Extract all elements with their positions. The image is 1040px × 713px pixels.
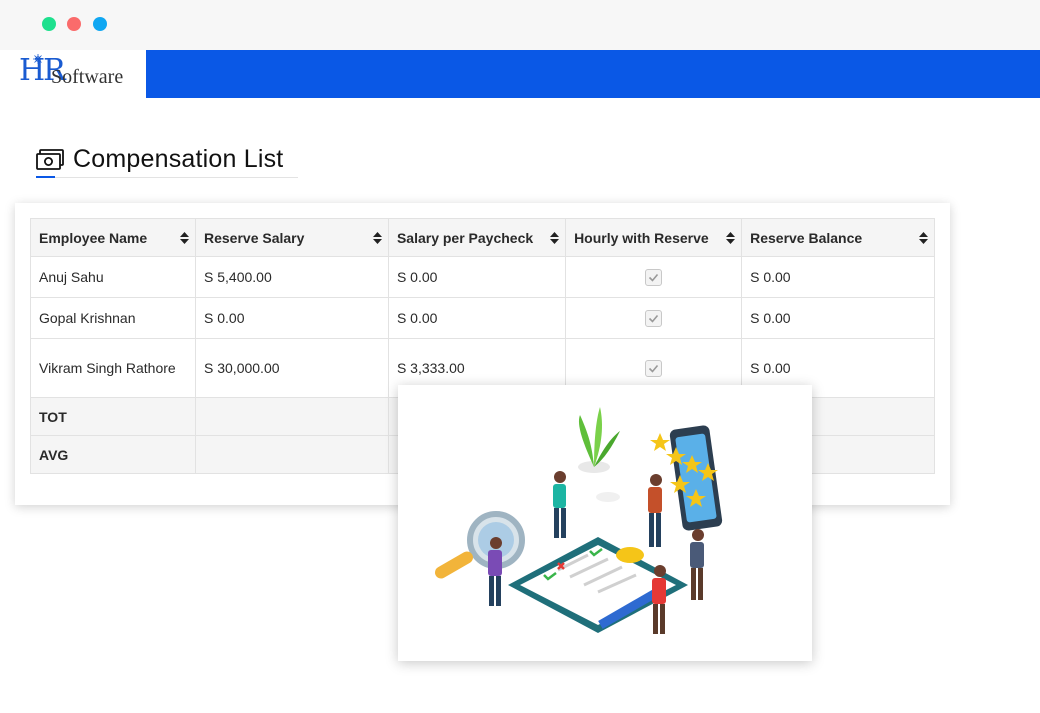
logo-text: Software [51, 66, 124, 88]
hourly-reserve-checkbox[interactable] [645, 309, 663, 327]
reserve-salary-cell: S 5,400.00 [195, 256, 389, 298]
column-header-reserve-balance[interactable]: Reserve Balance [741, 218, 935, 257]
per-paycheck-cell: S 0.00 [387, 297, 567, 339]
column-header-salary-per-paycheck[interactable]: Salary per Paycheck [387, 218, 567, 257]
summary-label: TOT [30, 397, 196, 436]
window-maximize-button[interactable] [42, 17, 56, 31]
hourly-reserve-checkbox[interactable] [645, 359, 663, 377]
checkmark-icon [649, 314, 659, 323]
sort-icon[interactable] [550, 232, 560, 244]
money-icon [36, 149, 64, 170]
column-header-hourly-with-reserve[interactable]: Hourly with Reserve [565, 218, 743, 257]
column-header-label: Hourly with Reserve [574, 229, 709, 246]
sort-icon[interactable] [180, 232, 189, 244]
sort-icon[interactable] [726, 232, 736, 244]
employee-name: Vikram Singh Rathore [39, 359, 176, 376]
summary-cell [195, 435, 389, 474]
app-header: HR Software [0, 50, 1040, 98]
reserve-balance-cell: S 0.00 [741, 256, 935, 298]
checkmark-icon [649, 364, 659, 373]
summary-cell [195, 397, 389, 436]
illustration-art [435, 407, 723, 634]
sort-icon[interactable] [919, 232, 928, 244]
per-paycheck-cell: S 0.00 [387, 256, 567, 298]
review-checklist-illustration [398, 385, 812, 661]
column-header-label: Reserve Salary [204, 229, 305, 246]
reserve-balance-cell: S 0.00 [741, 297, 935, 339]
table-row[interactable]: Anuj Sahu S 5,400.00 S 0.00 S 0.00 [30, 256, 935, 298]
logo[interactable]: HR Software [0, 50, 146, 98]
checkmark-icon [649, 273, 659, 282]
column-header-label: Salary per Paycheck [396, 229, 534, 246]
page-title: Compensation List [36, 140, 283, 178]
table-header-row: Employee Name Reserve Salary Salary per … [30, 218, 935, 257]
column-header-label: Employee Name [39, 229, 148, 246]
column-header-reserve-salary[interactable]: Reserve Salary [195, 218, 389, 257]
table-row[interactable]: Gopal Krishnan S 0.00 S 0.00 S 0.00 [30, 297, 935, 339]
sort-icon[interactable] [372, 232, 382, 244]
reserve-salary-cell: S 30,000.00 [195, 338, 389, 398]
window-minimize-button[interactable] [93, 17, 107, 31]
window-titlebar [0, 0, 1040, 50]
reserve-salary-cell: S 0.00 [195, 297, 389, 339]
window-close-button[interactable] [67, 17, 81, 31]
page-title-text: Compensation List [73, 144, 284, 173]
employee-name: Anuj Sahu [39, 268, 104, 285]
title-accent [36, 176, 55, 178]
column-header-employee-name[interactable]: Employee Name [30, 218, 196, 257]
title-divider [36, 177, 298, 178]
summary-label: AVG [30, 435, 196, 474]
hourly-reserve-checkbox[interactable] [645, 268, 663, 286]
employee-name: Gopal Krishnan [39, 309, 136, 326]
column-header-label: Reserve Balance [750, 229, 863, 246]
